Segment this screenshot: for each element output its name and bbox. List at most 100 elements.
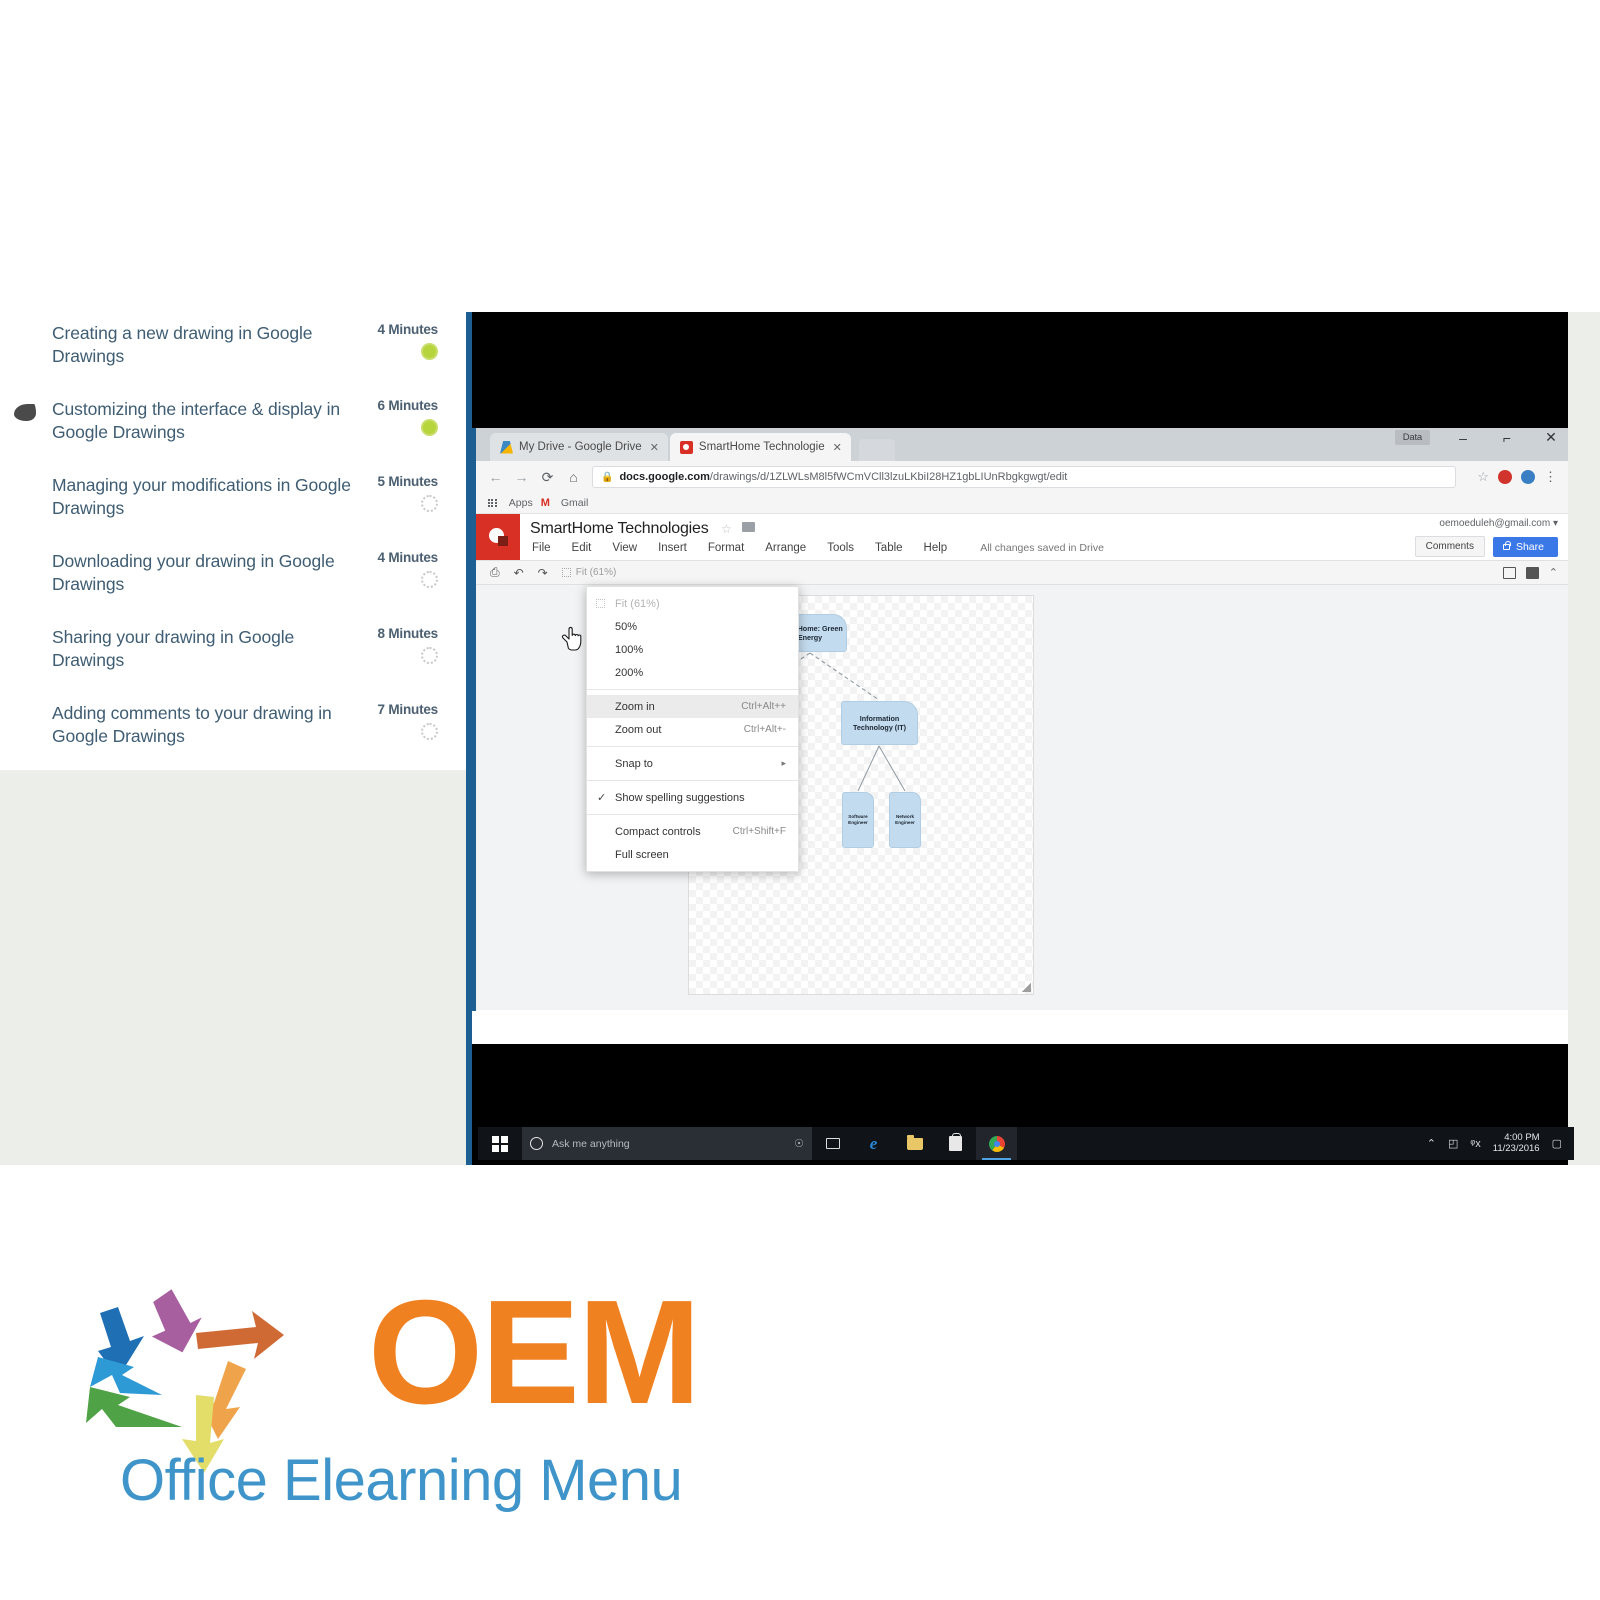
menu-item-50[interactable]: 50% (587, 615, 798, 638)
list-item[interactable]: Customizing the interface & display in G… (0, 388, 452, 464)
lesson-title: Sharing your drawing in Google Drawings (52, 627, 295, 671)
lesson-duration: 6 Minutes (377, 398, 439, 413)
print-icon[interactable]: ⎙ (490, 565, 500, 580)
search-input[interactable]: Ask me anything ☉ (522, 1127, 812, 1160)
menu-edit[interactable]: Edit (570, 541, 594, 555)
zoom-level-select[interactable]: Fit (61%) (561, 567, 617, 578)
menu-item-compact-controls[interactable]: Compact controls Ctrl+Shift+F (587, 820, 798, 843)
zoom-level-value: Fit (61%) (575, 567, 617, 578)
clock[interactable]: 4:00 PM 11/23/2016 (1493, 1132, 1540, 1155)
lesson-meta: 4 Minutes (360, 550, 438, 588)
menu-arrange[interactable]: Arrange (763, 541, 808, 555)
undo-icon[interactable]: ↶ (514, 566, 524, 580)
start-button[interactable] (478, 1135, 522, 1152)
windows-desktop: My Drive - Google Drive ✕ SmartHome Tech… (472, 428, 1574, 1160)
url-path: /drawings/d/1ZLWLsM8l5fWCmVCll3lzuLKbiI2… (709, 471, 1068, 483)
menu-item-show-spelling-suggestions[interactable]: ✓ Show spelling suggestions (587, 786, 798, 809)
system-tray: ⌃ ◰ ᵠx 4:00 PM 11/23/2016 ▢ (1427, 1132, 1574, 1155)
menu-item-zoom-out[interactable]: Zoom out Ctrl+Alt+- (587, 718, 798, 741)
bookmark-star-icon[interactable]: ☆ (1477, 469, 1489, 485)
notifications-icon[interactable]: ▢ (1552, 1137, 1562, 1150)
browser-tab-my-drive[interactable]: My Drive - Google Drive ✕ (490, 433, 668, 461)
diagram-node-software-engineer[interactable]: Software Engineer (842, 792, 874, 848)
save-status: All changes saved in Drive (980, 542, 1104, 554)
menu-format[interactable]: Format (706, 541, 746, 555)
browser-tab-smarthome[interactable]: SmartHome Technologie ✕ (669, 433, 851, 461)
bookmark-apps[interactable]: Apps (509, 497, 533, 509)
menu-item-snap-to[interactable]: Snap to ▸ (587, 752, 798, 775)
bookmark-gmail[interactable]: Gmail (561, 497, 588, 509)
list-item[interactable]: Managing your modifications in Google Dr… (0, 464, 452, 540)
date-chip: Data (1394, 430, 1430, 445)
folder-icon[interactable] (742, 522, 756, 532)
cortana-circle-icon (530, 1137, 543, 1150)
redo-icon[interactable]: ↷ (538, 566, 548, 580)
taskbar-task-view-button[interactable] (812, 1127, 853, 1160)
account-email[interactable]: oemoeduleh@gmail.com ▾ (1439, 518, 1558, 529)
image-tool-icon[interactable] (1502, 566, 1516, 579)
share-button[interactable]: Share (1492, 536, 1558, 557)
close-icon[interactable]: ✕ (833, 441, 842, 454)
volume-muted-icon[interactable]: ᵠx (1470, 1138, 1480, 1150)
lesson-title: Customizing the interface & display in G… (52, 399, 341, 443)
lesson-meta: 4 Minutes (360, 322, 438, 360)
taskbar-edge-button[interactable]: e (853, 1127, 894, 1160)
extension-red-icon[interactable] (1498, 470, 1512, 484)
taskbar-file-explorer-button[interactable] (894, 1127, 935, 1160)
current-lesson-marker-icon (14, 404, 36, 421)
menu-insert[interactable]: Insert (656, 541, 689, 555)
extension-blue-icon[interactable] (1521, 470, 1535, 484)
taskbar-store-button[interactable] (935, 1127, 976, 1160)
drawings-header: SmartHome Technologies ☆ File Edit View … (476, 514, 1568, 560)
list-item[interactable]: Downloading your drawing in Google Drawi… (0, 540, 452, 616)
taskbar-chrome-button[interactable] (976, 1127, 1017, 1160)
address-bar[interactable]: 🔒 docs.google.com/drawings/d/1ZLWLsM8l5f… (592, 466, 1457, 488)
store-icon (949, 1133, 962, 1151)
comments-button[interactable]: Comments (1414, 536, 1485, 557)
chrome-menu-icon[interactable]: ⋮ (1544, 469, 1557, 485)
show-hidden-icons-chevron-icon[interactable]: ⌃ (1427, 1137, 1436, 1150)
home-icon[interactable]: ⌂ (566, 469, 581, 485)
account-email-text: oemoeduleh@gmail.com (1439, 518, 1551, 529)
menu-item-100[interactable]: 100% (587, 638, 798, 661)
menu-table[interactable]: Table (873, 541, 905, 555)
canvas-resize-handle[interactable] (1022, 983, 1031, 992)
star-icon[interactable]: ☆ (721, 522, 732, 536)
menu-item-label: Zoom in (615, 700, 655, 713)
close-button[interactable]: ✕ (1540, 429, 1562, 446)
diagram-node-network-engineer[interactable]: Network Engineer (889, 792, 921, 848)
lesson-duration: 5 Minutes (377, 474, 439, 489)
diagram-node-it[interactable]: Information Technology (IT) (841, 701, 918, 745)
menu-item-zoom-in[interactable]: Zoom in Ctrl+Alt++ (587, 695, 798, 718)
collapse-toolbar-icon[interactable]: ⌃ (1549, 566, 1558, 579)
back-icon[interactable]: ← (488, 469, 503, 485)
list-item[interactable]: Creating a new drawing in Google Drawing… (0, 312, 452, 388)
menu-view[interactable]: View (610, 541, 640, 555)
close-icon[interactable]: ✕ (650, 441, 659, 454)
menu-tools[interactable]: Tools (825, 541, 856, 555)
lesson-meta: 5 Minutes (360, 474, 438, 512)
menu-item-label: Compact controls (615, 825, 701, 838)
video-player[interactable]: My Drive - Google Drive ✕ SmartHome Tech… (466, 312, 1574, 1165)
menu-item-label: Full screen (615, 848, 669, 861)
menu-item-fit[interactable]: Fit (61%) (587, 592, 798, 615)
page-title[interactable]: SmartHome Technologies (530, 520, 709, 537)
reload-icon[interactable]: ⟳ (540, 469, 555, 486)
forward-icon[interactable]: → (514, 469, 529, 485)
menu-help[interactable]: Help (922, 541, 950, 555)
menu-item-label: 200% (615, 666, 644, 679)
menu-item-200[interactable]: 200% (587, 661, 798, 684)
minimize-button[interactable]: – (1452, 430, 1474, 446)
list-item[interactable]: Sharing your drawing in Google Drawings … (0, 616, 452, 692)
menu-file[interactable]: File (530, 541, 553, 555)
menu-separator (587, 689, 798, 690)
menu-bar: File Edit View Insert Format Arrange Too… (530, 541, 1568, 555)
textbox-tool-icon[interactable] (1525, 566, 1539, 579)
network-icon[interactable]: ◰ (1448, 1137, 1458, 1150)
new-tab-button[interactable] (858, 439, 895, 461)
menu-item-label: 50% (615, 620, 638, 633)
maximize-button[interactable]: ⌐ (1496, 430, 1518, 446)
microphone-icon[interactable]: ☉ (794, 1137, 804, 1150)
menu-item-full-screen[interactable]: Full screen (587, 843, 798, 866)
list-item[interactable]: Adding comments to your drawing in Googl… (0, 692, 452, 768)
